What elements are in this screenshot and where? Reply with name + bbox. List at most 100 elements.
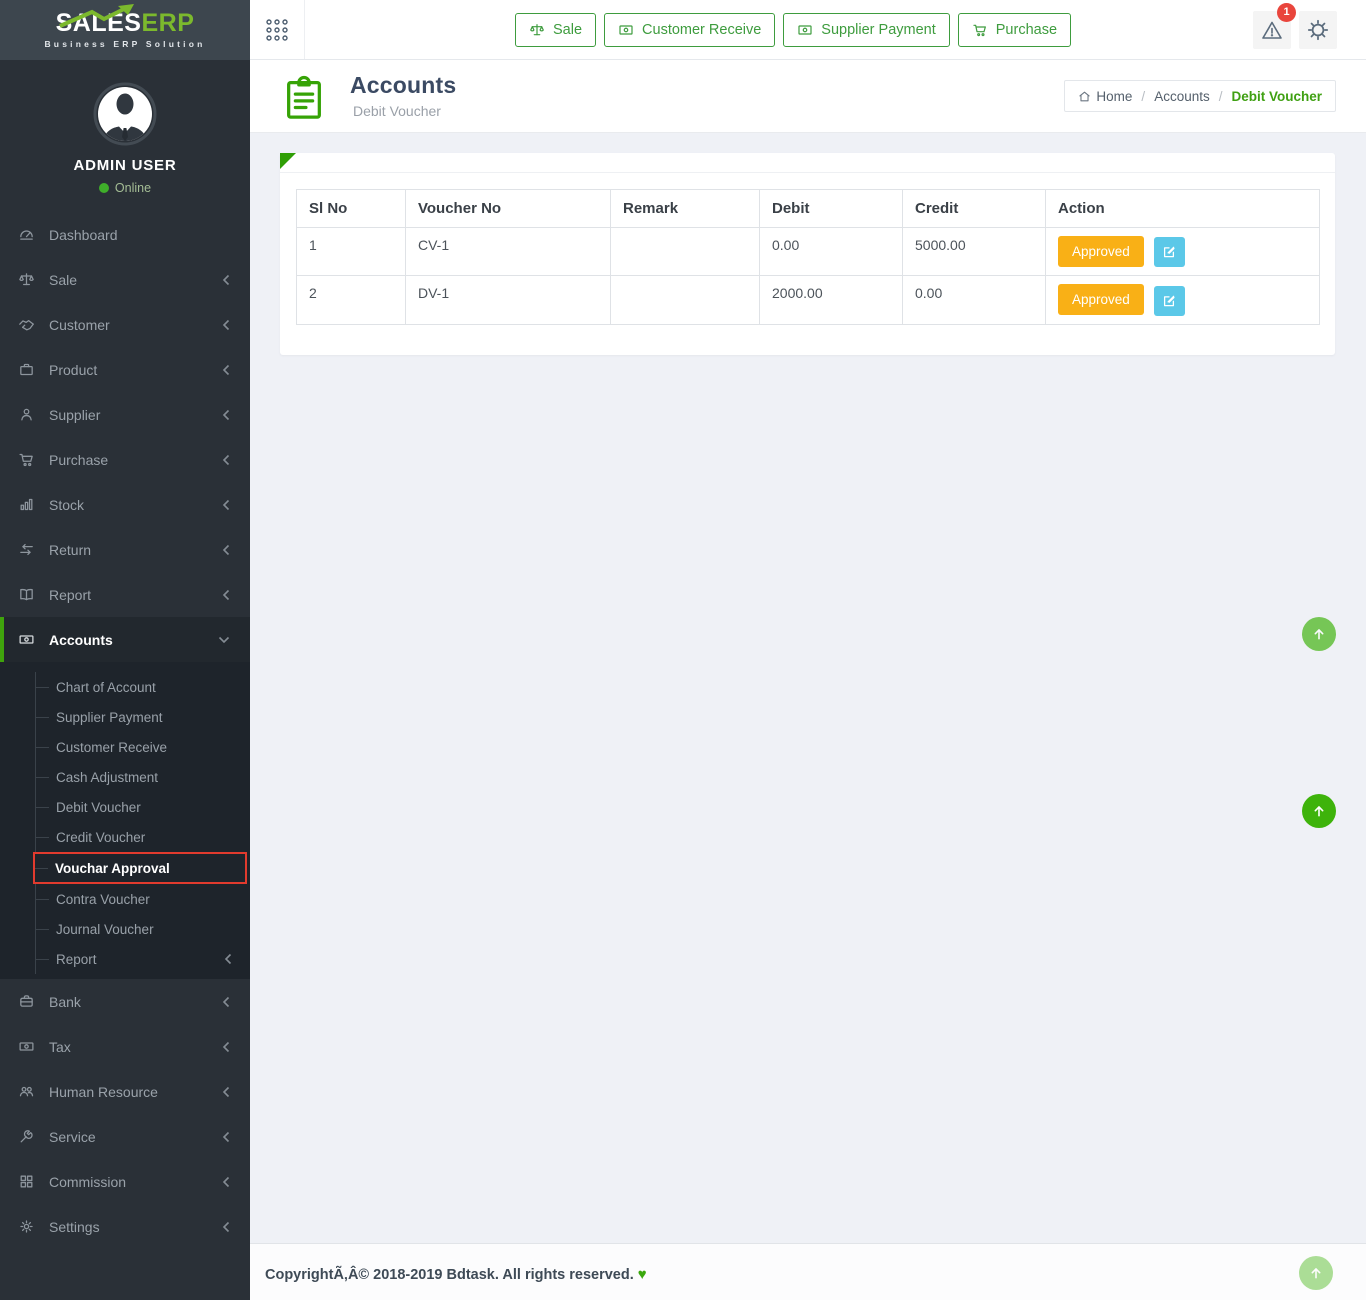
breadcrumb: Home / Accounts / Debit Voucher (1064, 80, 1336, 112)
sidebar-item-human-resource[interactable]: Human Resource (0, 1069, 250, 1114)
submenu-item-cash-adjustment[interactable]: Cash Adjustment (35, 762, 250, 792)
quick-actions: Sale Customer Receive Supplier Payment P… (515, 13, 1071, 47)
sidebar-item-service[interactable]: Service (0, 1114, 250, 1159)
chevron-left-icon (222, 544, 230, 556)
sidebar-item-tax[interactable]: Tax (0, 1024, 250, 1069)
money-icon (18, 1038, 35, 1055)
clipboard-icon (281, 73, 327, 121)
arrow-up-icon (1308, 1265, 1324, 1281)
purchase-quick-button[interactable]: Purchase (958, 13, 1071, 47)
supplier-payment-quick-button[interactable]: Supplier Payment (783, 13, 949, 47)
settings-button[interactable] (1299, 11, 1337, 49)
card-body: Sl No Voucher No Remark Debit Credit Act… (280, 173, 1335, 341)
page-titles: Accounts Debit Voucher (350, 72, 456, 119)
online-dot-icon (99, 183, 109, 193)
sidebar-menu-top: Dashboard Sale Customer Product Supplier (0, 212, 250, 662)
approved-button[interactable]: Approved (1058, 236, 1144, 267)
money-icon (618, 22, 634, 38)
arrow-up-icon (1311, 803, 1327, 819)
submenu-item-journal-voucher[interactable]: Journal Voucher (35, 914, 250, 944)
avatar[interactable] (93, 82, 157, 146)
page-title: Accounts (350, 72, 456, 99)
grid-menu-button[interactable] (264, 17, 290, 43)
cell-action: Approved (1046, 276, 1320, 324)
edit-pencil-icon (1162, 294, 1176, 308)
col-credit: Credit (903, 190, 1046, 228)
card-header (280, 153, 1335, 173)
growth-arrow-icon (58, 4, 144, 28)
chevron-down-icon (218, 636, 230, 644)
chevron-left-icon (222, 274, 230, 286)
breadcrumb-current: Debit Voucher (1231, 89, 1322, 104)
submenu-item-customer-receive[interactable]: Customer Receive (35, 732, 250, 762)
cell-remark (611, 228, 760, 276)
scroll-top-button[interactable] (1302, 794, 1336, 828)
breadcrumb-accounts[interactable]: Accounts (1154, 89, 1210, 104)
notifications-button[interactable]: 1 (1253, 11, 1291, 49)
gear-icon (18, 1218, 35, 1235)
col-remark: Remark (611, 190, 760, 228)
col-action: Action (1046, 190, 1320, 228)
sidebar-item-supplier[interactable]: Supplier (0, 392, 250, 437)
chevron-left-icon (222, 996, 230, 1008)
approved-button[interactable]: Approved (1058, 284, 1144, 315)
app-logo[interactable]: SALESERP Business ERP Solution (0, 0, 250, 60)
tools-icon (18, 1128, 35, 1145)
sidebar: SALESERP Business ERP Solution ADMIN USE… (0, 0, 250, 1300)
app-root: SALESERP Business ERP Solution ADMIN USE… (0, 0, 1366, 1300)
col-sl-no: Sl No (297, 190, 406, 228)
chevron-left-icon (224, 953, 232, 965)
sidebar-item-customer[interactable]: Customer (0, 302, 250, 347)
chevron-left-icon (222, 589, 230, 601)
table-row: 2 DV-1 2000.00 0.00 Approved (297, 276, 1320, 324)
dashboard-icon (18, 226, 35, 243)
arrow-up-icon (1311, 626, 1327, 642)
submenu-item-debit-voucher[interactable]: Debit Voucher (35, 792, 250, 822)
edit-button[interactable] (1154, 286, 1185, 316)
sidebar-item-report[interactable]: Report (0, 572, 250, 617)
sidebar-item-accounts[interactable]: Accounts (0, 617, 250, 662)
user-status: Online (0, 181, 250, 195)
chevron-left-icon (222, 1041, 230, 1053)
sidebar-item-return[interactable]: Return (0, 527, 250, 572)
submenu-item-chart-of-account[interactable]: Chart of Account (35, 672, 250, 702)
customer-receive-quick-button[interactable]: Customer Receive (604, 13, 775, 47)
chevron-left-icon (222, 1176, 230, 1188)
submenu-item-report[interactable]: Report (35, 944, 250, 974)
cart-icon (18, 451, 35, 468)
edit-button[interactable] (1154, 237, 1185, 267)
heart-icon: ♥ (638, 1266, 647, 1283)
topbar: Sale Customer Receive Supplier Payment P… (250, 0, 1366, 60)
cell-voucher-no: CV-1 (406, 228, 611, 276)
cell-voucher-no: DV-1 (406, 276, 611, 324)
scale-icon (529, 22, 545, 38)
logo-text-erp: ERP (141, 9, 194, 37)
sidebar-item-commission[interactable]: Commission (0, 1159, 250, 1204)
chevron-left-icon (222, 364, 230, 376)
sidebar-item-product[interactable]: Product (0, 347, 250, 392)
sale-quick-button[interactable]: Sale (515, 13, 596, 47)
bar-chart-icon (18, 496, 35, 513)
sidebar-item-bank[interactable]: Bank (0, 979, 250, 1024)
submenu-item-vouchar-approval[interactable]: Vouchar Approval (33, 852, 247, 884)
sidebar-item-settings[interactable]: Settings (0, 1204, 250, 1249)
breadcrumb-home[interactable]: Home (1078, 89, 1132, 104)
submenu-item-credit-voucher[interactable]: Credit Voucher (35, 822, 250, 852)
submenu-item-supplier-payment[interactable]: Supplier Payment (35, 702, 250, 732)
scroll-top-button[interactable] (1299, 1256, 1333, 1290)
gear-icon (1305, 17, 1331, 43)
scroll-top-button[interactable] (1302, 617, 1336, 651)
sidebar-item-purchase[interactable]: Purchase (0, 437, 250, 482)
home-icon (1078, 90, 1091, 103)
footer: CopyrightÃ‚Â© 2018-2019 Bdtask. All righ… (250, 1243, 1366, 1300)
breadcrumb-separator: / (1141, 89, 1145, 104)
main-content: Sl No Voucher No Remark Debit Credit Act… (250, 133, 1366, 1243)
table-row: 1 CV-1 0.00 5000.00 Approved (297, 228, 1320, 276)
submenu-item-contra-voucher[interactable]: Contra Voucher (35, 884, 250, 914)
sidebar-item-stock[interactable]: Stock (0, 482, 250, 527)
sidebar-item-sale[interactable]: Sale (0, 257, 250, 302)
warning-icon (1260, 18, 1284, 42)
chevron-left-icon (222, 454, 230, 466)
sidebar-item-dashboard[interactable]: Dashboard (0, 212, 250, 257)
grid-menu-wrap (250, 0, 305, 59)
